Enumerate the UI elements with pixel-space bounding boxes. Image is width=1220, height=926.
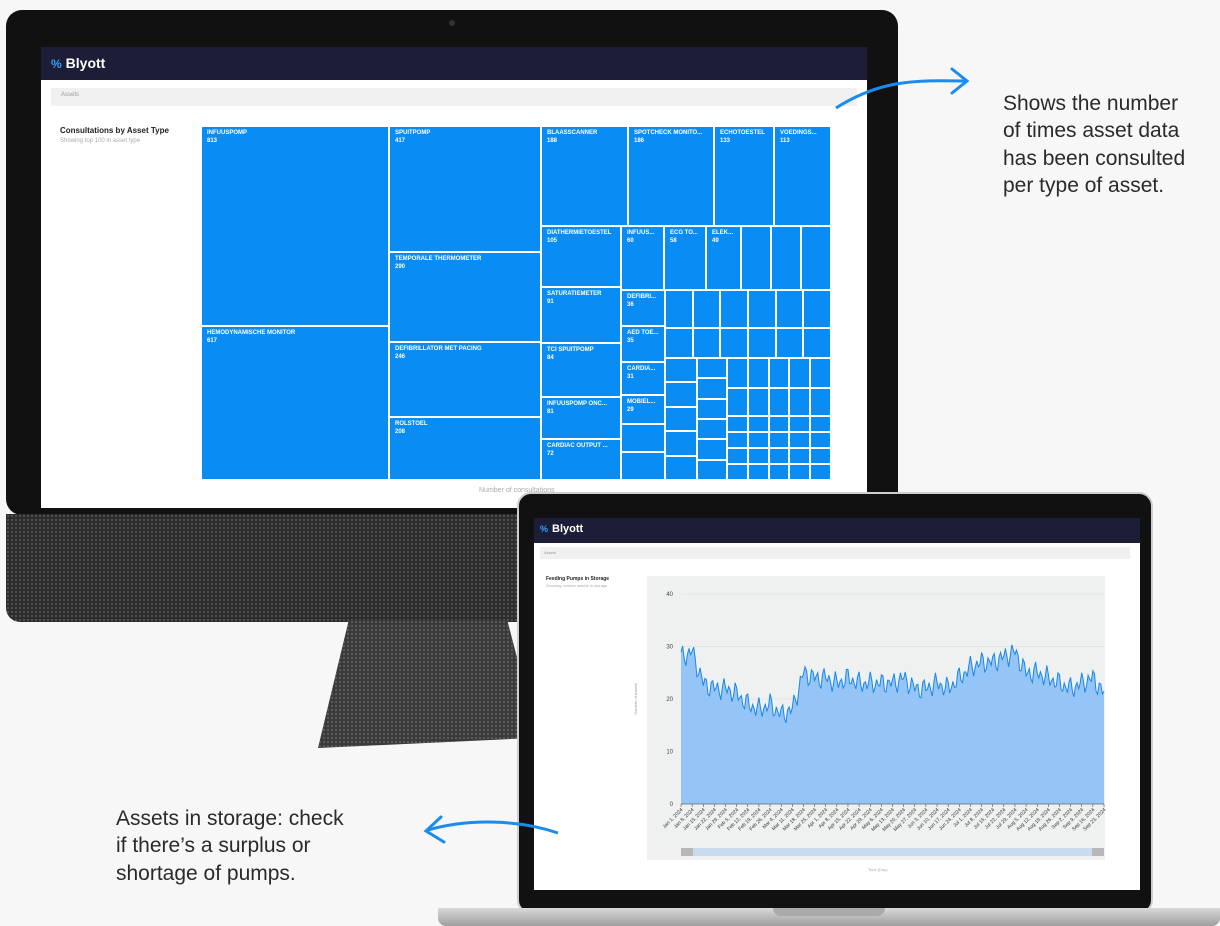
arrow-top-icon	[835, 79, 966, 110]
arrow-bottom-icon	[427, 820, 559, 835]
callout-arrows	[423, 67, 970, 844]
